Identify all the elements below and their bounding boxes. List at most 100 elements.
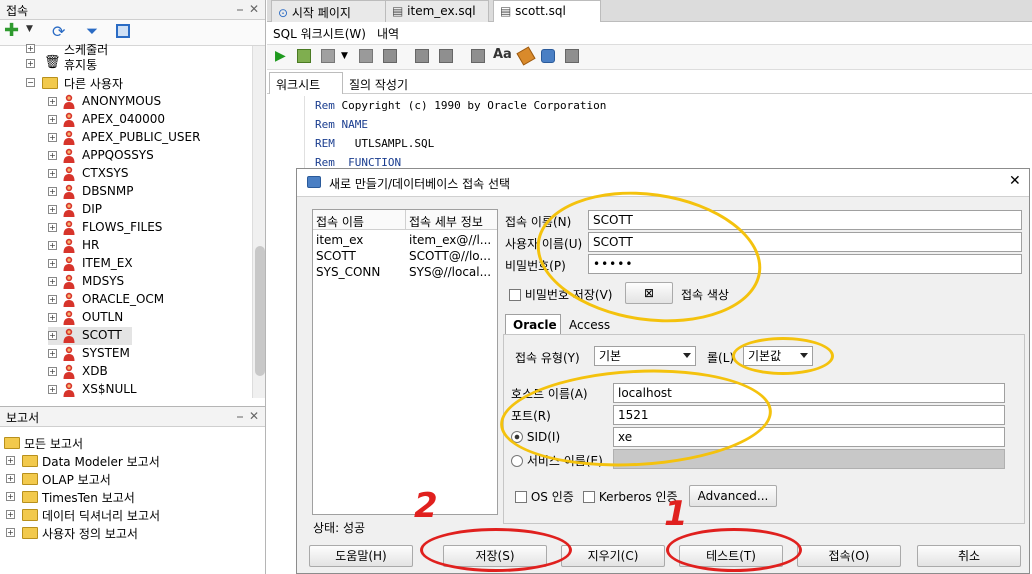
tree-item-user[interactable]: + ORACLE_OCM bbox=[48, 291, 248, 309]
report-all[interactable]: 모든 보고서 bbox=[4, 434, 254, 452]
db-dropdown-icon[interactable] bbox=[565, 49, 579, 63]
dropdown-arrow-icon bbox=[683, 353, 691, 358]
scroll-thumb[interactable] bbox=[255, 246, 265, 376]
tab-oracle[interactable]: Oracle bbox=[505, 314, 561, 334]
tree-item-user[interactable]: + APEX_PUBLIC_USER bbox=[48, 129, 248, 147]
clear-icon[interactable] bbox=[439, 49, 453, 63]
conn-name-cell: SCOTT bbox=[316, 249, 356, 263]
report-item[interactable]: + 데이터 딕셔너리 보고서 bbox=[6, 506, 256, 524]
tab-worksheet[interactable]: 워크시트 bbox=[269, 72, 343, 94]
refresh-icon[interactable]: ⟳ bbox=[52, 22, 65, 41]
connection-row[interactable]: SCOTT SCOTT@//lo... bbox=[313, 248, 497, 264]
annotation-number-2: 2 bbox=[414, 486, 438, 526]
tree-item-user[interactable]: + DBSNMP bbox=[48, 183, 248, 201]
report-item[interactable]: + Data Modeler 보고서 bbox=[6, 452, 256, 470]
close-icon[interactable]: ✕ bbox=[249, 2, 259, 16]
os-auth-checkbox[interactable]: OS 인증 bbox=[515, 488, 574, 505]
user-icon bbox=[63, 364, 75, 379]
sid-field[interactable]: xe bbox=[613, 427, 1005, 447]
report-item[interactable]: + 사용자 정의 보고서 bbox=[6, 524, 256, 542]
tab-access[interactable]: Access bbox=[569, 318, 610, 332]
user-icon bbox=[63, 130, 75, 145]
tab-start-page[interactable]: ⊙ 시작 페이지 bbox=[271, 0, 387, 22]
minimize-icon[interactable]: ⎯ bbox=[237, 409, 243, 424]
user-icon bbox=[63, 184, 75, 199]
tree-item-user[interactable]: + SCOTT bbox=[48, 327, 132, 345]
connections-scrollbar[interactable] bbox=[252, 46, 265, 398]
code-line: Rem Copyright (c) 1990 by Oracle Corpora… bbox=[315, 99, 607, 112]
conn-name-field[interactable]: SCOTT bbox=[588, 210, 1022, 230]
host-field[interactable]: localhost bbox=[613, 383, 1005, 403]
connect-button[interactable]: 접속(O) bbox=[797, 545, 901, 567]
cancel-button[interactable]: 취소 bbox=[917, 545, 1021, 567]
explain-icon[interactable] bbox=[415, 49, 429, 63]
commit-icon[interactable] bbox=[321, 49, 335, 63]
port-field[interactable]: 1521 bbox=[613, 405, 1005, 425]
schema-browser-icon[interactable] bbox=[116, 24, 130, 38]
history-icon[interactable] bbox=[541, 49, 555, 63]
col-conn-detail[interactable]: 접속 세부 정보 bbox=[409, 213, 483, 230]
conn-detail-cell: item_ex@//l... bbox=[409, 233, 492, 247]
add-connection-icon[interactable]: ✚ bbox=[4, 22, 19, 40]
filter-icon[interactable]: ⏷ bbox=[86, 22, 98, 40]
tree-item-user[interactable]: + ITEM_EX bbox=[48, 255, 248, 273]
col-conn-name[interactable]: 접속 이름 bbox=[316, 213, 364, 230]
report-item[interactable]: + TimesTen 보고서 bbox=[6, 488, 256, 506]
sid-radio[interactable]: SID(I) bbox=[511, 430, 560, 444]
close-icon[interactable]: ✕ bbox=[249, 409, 259, 423]
tab-scott-sql[interactable]: ▤ scott.sql bbox=[493, 0, 601, 22]
clear-button[interactable]: 지우기(C) bbox=[561, 545, 665, 567]
tree-item-user[interactable]: + CTXSYS bbox=[48, 165, 248, 183]
tree-item-user[interactable]: + FLOWS_FILES bbox=[48, 219, 248, 237]
tree-item-user[interactable]: + APEX_040000 bbox=[48, 111, 248, 129]
tree-item-user[interactable]: + HR bbox=[48, 237, 248, 255]
dropdown-arrow-icon[interactable]: ▼ bbox=[26, 24, 33, 34]
advanced-button[interactable]: Advanced... bbox=[689, 485, 777, 507]
conn-color-button[interactable]: ⊠ bbox=[625, 282, 673, 304]
save-pw-checkbox[interactable]: 비밀번호 저장(V) bbox=[509, 286, 612, 303]
dropdown-icon[interactable]: ▼ bbox=[341, 51, 348, 61]
test-button[interactable]: 테스트(T) bbox=[679, 545, 783, 567]
tab-history[interactable]: 내역 bbox=[377, 25, 399, 42]
connection-row[interactable]: SYS_CONN SYS@//local... bbox=[313, 264, 497, 280]
user-icon bbox=[63, 220, 75, 235]
sql-tuning-icon[interactable] bbox=[471, 49, 485, 63]
tree-item-user[interactable]: + DIP bbox=[48, 201, 248, 219]
tree-item-user[interactable]: + XDB bbox=[48, 363, 248, 381]
save-button[interactable]: 저장(S) bbox=[443, 545, 547, 567]
tree-item-user[interactable]: + OUTLN bbox=[48, 309, 248, 327]
tree-item-user[interactable]: + ANONYMOUS bbox=[48, 93, 248, 111]
format-case-icon[interactable]: Aa bbox=[493, 47, 512, 62]
pw-field[interactable]: ••••• bbox=[588, 254, 1022, 274]
minimize-icon[interactable]: ⎯ bbox=[237, 2, 243, 17]
tree-item-user[interactable]: + SYSTEM bbox=[48, 345, 248, 363]
eraser-icon[interactable] bbox=[516, 46, 536, 66]
report-item[interactable]: + OLAP 보고서 bbox=[6, 470, 256, 488]
user-field[interactable]: SCOTT bbox=[588, 232, 1022, 252]
tab-sql-worksheet[interactable]: SQL 워크시트(W) bbox=[273, 25, 366, 42]
tree-item-user[interactable]: + MDSYS bbox=[48, 273, 248, 291]
tree-item-recycle[interactable]: + 🗑 휴지통 bbox=[26, 55, 226, 73]
connections-header: 접속 ⎯ ✕ bbox=[0, 0, 265, 20]
dialog-close-icon[interactable]: ✕ bbox=[1009, 173, 1021, 189]
user-icon bbox=[63, 202, 75, 217]
help-button[interactable]: 도움말(H) bbox=[309, 545, 413, 567]
tree-item-user[interactable]: + APPQOSSYS bbox=[48, 147, 248, 165]
service-field bbox=[613, 449, 1005, 469]
run-script-icon[interactable] bbox=[297, 49, 311, 63]
tree-item-other-users[interactable]: − 다른 사용자 bbox=[26, 74, 226, 92]
conn-detail-cell: SCOTT@//lo... bbox=[409, 249, 491, 263]
run-icon[interactable]: ▶ bbox=[275, 48, 286, 64]
role-select[interactable]: 기본값 bbox=[743, 346, 813, 366]
service-radio[interactable]: 서비스 이름(E) bbox=[511, 452, 603, 469]
tree-item-user[interactable]: + XS$NULL bbox=[48, 381, 248, 399]
folder-icon bbox=[22, 527, 38, 539]
folder-icon bbox=[4, 437, 20, 449]
tab-item-ex[interactable]: ▤ item_ex.sql bbox=[385, 0, 489, 22]
rollback-icon[interactable] bbox=[359, 49, 373, 63]
conn-type-select[interactable]: 기본 bbox=[594, 346, 696, 366]
dropdown-arrow-icon bbox=[800, 353, 808, 358]
connection-row[interactable]: item_ex item_ex@//l... bbox=[313, 232, 497, 248]
tab-query-builder[interactable]: 질의 작성기 bbox=[349, 76, 408, 93]
autotrace-icon[interactable] bbox=[383, 49, 397, 63]
